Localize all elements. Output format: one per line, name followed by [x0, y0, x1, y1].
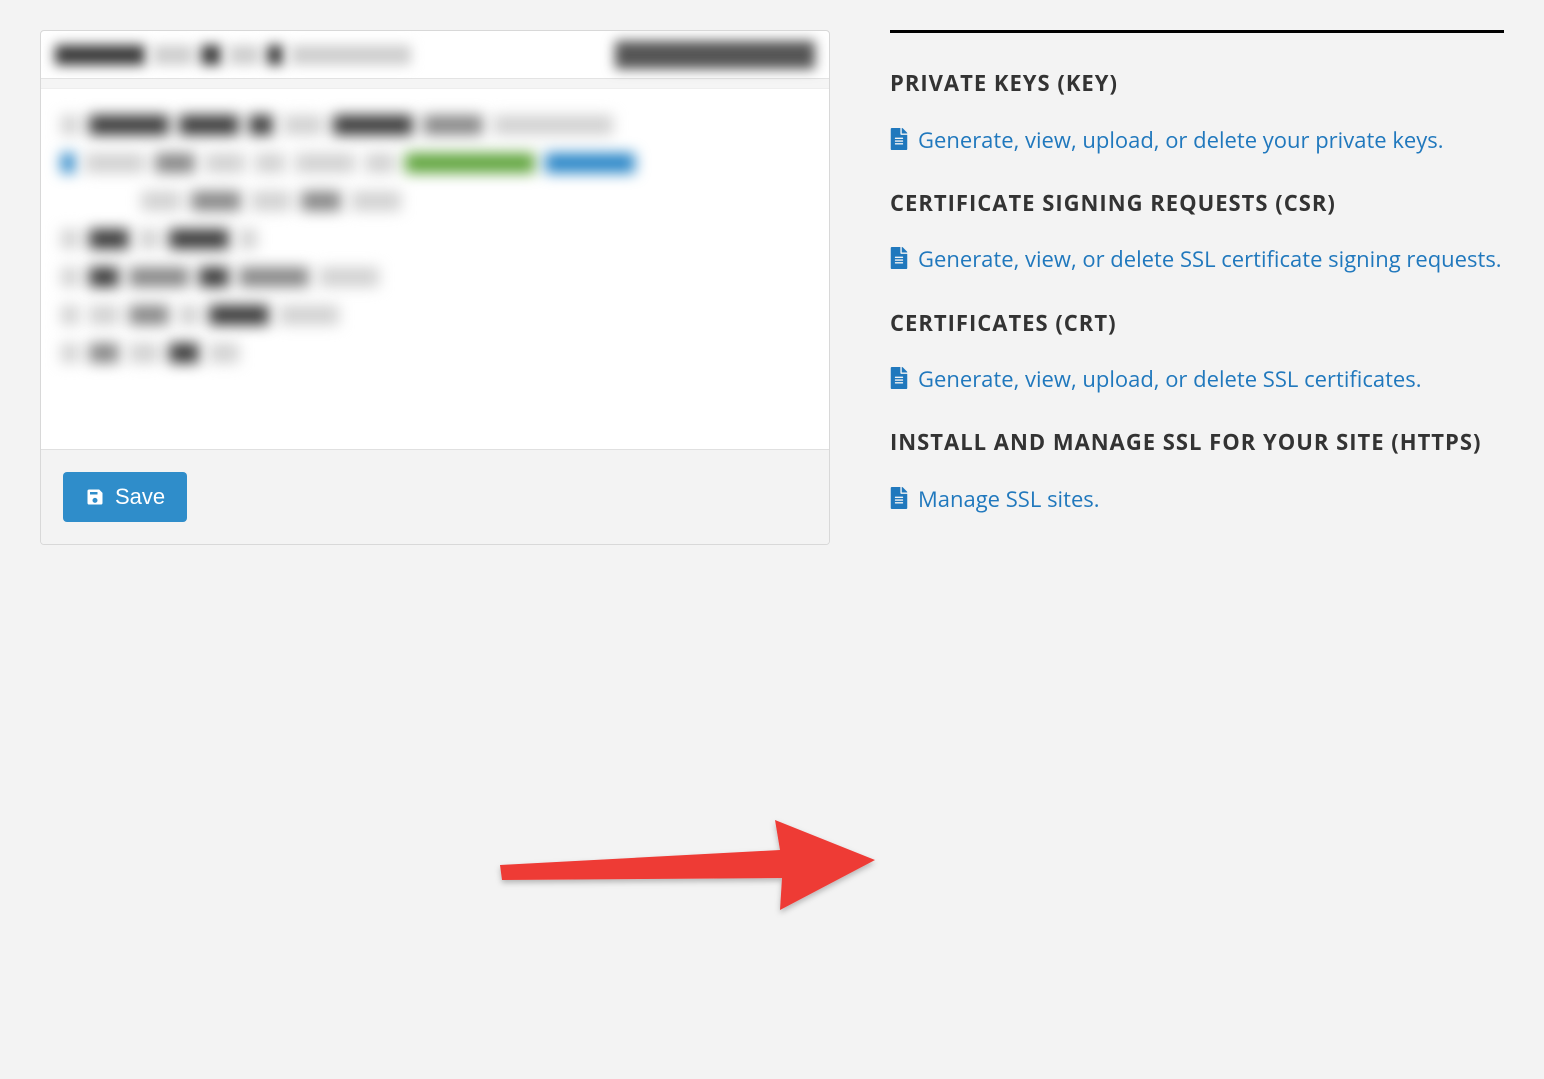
link-crt[interactable]: Generate, view, upload, or delete SSL ce… — [890, 362, 1504, 396]
save-icon — [85, 487, 105, 507]
document-icon — [890, 247, 908, 269]
section-install-ssl: INSTALL AND MANAGE SSL FOR YOUR SITE (HT… — [890, 428, 1504, 516]
link-text: Generate, view, or delete SSL certificat… — [918, 242, 1502, 276]
save-button[interactable]: Save — [63, 472, 187, 522]
sidebar-divider — [890, 30, 1504, 33]
document-icon — [890, 128, 908, 150]
save-button-label: Save — [115, 484, 165, 510]
link-private-keys[interactable]: Generate, view, upload, or delete your p… — [890, 123, 1504, 157]
link-manage-ssl-sites[interactable]: Manage SSL sites. — [890, 482, 1504, 516]
section-crt: CERTIFICATES (CRT) Generate, view, uploa… — [890, 309, 1504, 397]
link-text: Generate, view, upload, or delete your p… — [918, 123, 1444, 157]
section-heading: CERTIFICATE SIGNING REQUESTS (CSR) — [890, 189, 1504, 219]
editor-body[interactable] — [41, 89, 829, 449]
section-csr: CERTIFICATE SIGNING REQUESTS (CSR) Gener… — [890, 189, 1504, 277]
link-text: Manage SSL sites. — [918, 482, 1100, 516]
section-heading: INSTALL AND MANAGE SSL FOR YOUR SITE (HT… — [890, 428, 1504, 458]
link-text: Generate, view, upload, or delete SSL ce… — [918, 362, 1422, 396]
section-heading: CERTIFICATES (CRT) — [890, 309, 1504, 339]
editor-toolbar — [41, 31, 829, 79]
editor-footer: Save — [41, 449, 829, 544]
link-csr[interactable]: Generate, view, or delete SSL certificat… — [890, 242, 1504, 276]
editor-card: Save — [40, 30, 830, 545]
ssl-sidebar: PRIVATE KEYS (KEY) Generate, view, uploa… — [890, 30, 1504, 548]
section-private-keys: PRIVATE KEYS (KEY) Generate, view, uploa… — [890, 69, 1504, 157]
section-heading: PRIVATE KEYS (KEY) — [890, 69, 1504, 99]
document-icon — [890, 487, 908, 509]
document-icon — [890, 367, 908, 389]
annotation-arrow — [480, 810, 880, 935]
